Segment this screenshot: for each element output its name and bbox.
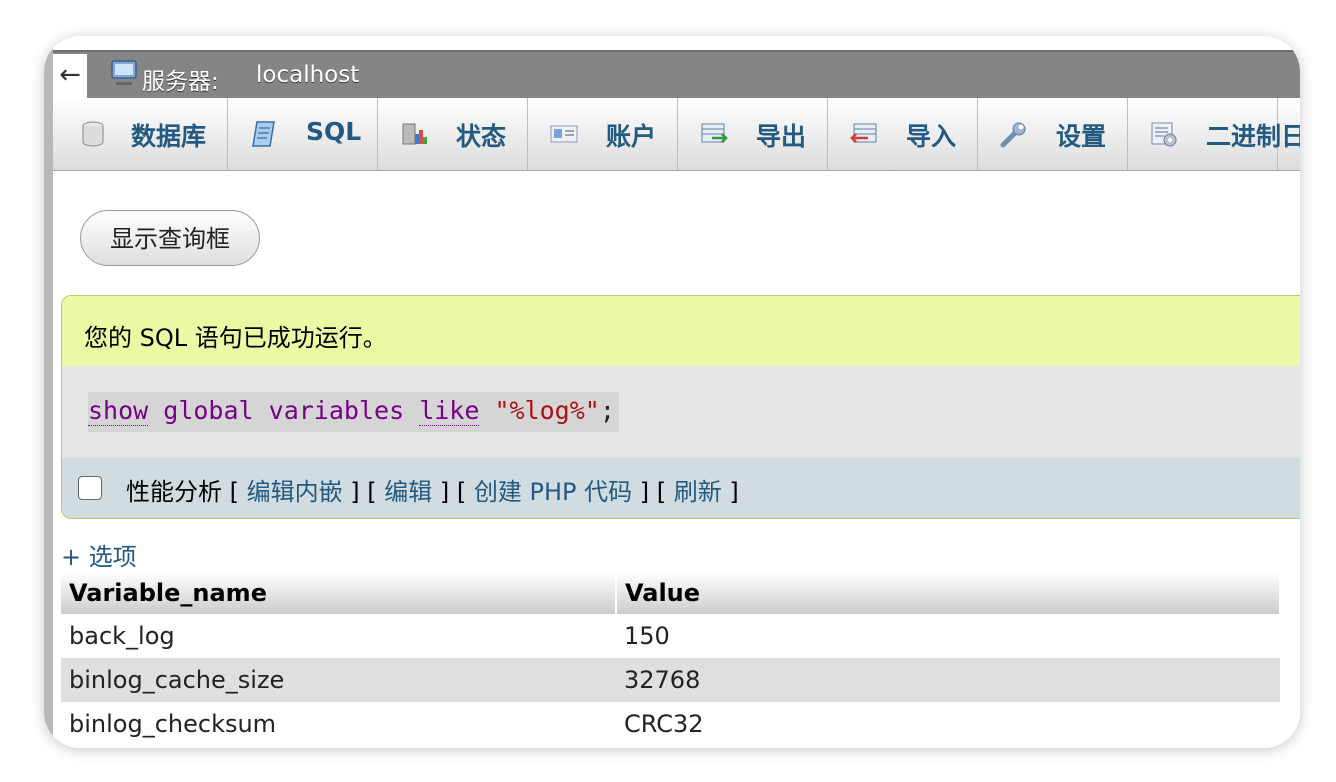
query-actions: 性能分析 [ 编辑内嵌 ] [ 编辑 ] [ 创建 PHP 代码 ] [ 刷新 …	[126, 478, 739, 506]
sql-terminator: ;	[599, 396, 615, 425]
tab-label: 二进制日	[1206, 122, 1300, 151]
profiling-label: 性能分析	[126, 478, 222, 506]
database-icon	[82, 121, 104, 147]
server-breadcrumb-bar: ← 服务器: localhost	[53, 50, 1300, 100]
tab-binlog[interactable]: 二进制日	[1128, 98, 1300, 170]
tab-label: 设置	[1056, 122, 1107, 151]
tab-sql[interactable]: SQL	[228, 98, 378, 170]
server-icon	[111, 60, 137, 85]
server-label: 服务器:	[142, 69, 219, 95]
column-header-variable-name[interactable]: Variable_name	[61, 572, 617, 614]
sql-keyword-global: global	[163, 396, 254, 425]
tab-label: 账户	[606, 122, 657, 151]
tab-label: SQL	[306, 117, 362, 146]
window-edge	[44, 36, 53, 748]
refresh-link[interactable]: 刷新	[674, 478, 722, 506]
tab-import[interactable]: 导入	[828, 98, 978, 170]
app-window: ← 服务器: localhost 数据库 SQL 状态 账户 导出 导入 设置 …	[44, 36, 1300, 748]
tab-label: 状态	[456, 122, 507, 151]
sql-query-box: show global variables like "%log%";	[62, 366, 1300, 458]
show-query-box-button[interactable]: 显示查询框	[80, 210, 260, 266]
variable-name-cell: binlog_checksum	[61, 702, 616, 746]
value-cell: 150	[616, 614, 1280, 658]
sql-success-panel: 您的 SQL 语句已成功运行。 show global variables li…	[61, 295, 1300, 519]
edit-link[interactable]: 编辑	[384, 478, 432, 506]
sql-icon	[252, 121, 275, 147]
back-arrow-button[interactable]: ←	[53, 54, 87, 98]
tab-export[interactable]: 导出	[678, 98, 828, 170]
tab-settings[interactable]: 设置	[978, 98, 1128, 170]
sql-keyword-variables: variables	[268, 396, 405, 425]
create-php-code-link[interactable]: 创建 PHP 代码	[474, 478, 632, 506]
settings-icon	[1000, 122, 1026, 148]
options-link[interactable]: + 选项	[61, 537, 137, 572]
binlog-icon	[1151, 122, 1177, 147]
tab-accounts[interactable]: 账户	[528, 98, 678, 170]
server-name-link[interactable]: localhost	[256, 62, 359, 88]
variable-name-cell: binlog_cache_size	[61, 658, 616, 702]
sql-keyword-show[interactable]: show	[88, 396, 149, 426]
results-table: Variable_name Value back_log 150 binlog_…	[61, 572, 1281, 746]
tab-status[interactable]: 状态	[378, 98, 528, 170]
sql-query-text[interactable]: show global variables like "%log%";	[88, 392, 619, 432]
table-row[interactable]: back_log 150	[61, 614, 1280, 658]
edit-inline-link[interactable]: 编辑内嵌	[247, 478, 343, 506]
main-tab-bar: 数据库 SQL 状态 账户 导出 导入 设置 二进制日	[53, 98, 1300, 171]
accounts-icon	[550, 125, 578, 143]
status-icon	[402, 123, 427, 145]
table-header-row: Variable_name Value	[61, 572, 1281, 614]
tab-label: 导出	[756, 122, 807, 151]
table-row[interactable]: binlog_cache_size 32768	[61, 658, 1280, 702]
export-icon	[701, 123, 728, 143]
tab-label: 导入	[906, 122, 957, 151]
import-icon	[850, 123, 877, 143]
sql-keyword-like[interactable]: like	[419, 396, 480, 426]
value-cell: CRC32	[616, 702, 1280, 746]
tab-label: 数据库	[131, 122, 207, 151]
phpmyadmin-content: ← 服务器: localhost 数据库 SQL 状态 账户 导出 导入 设置 …	[53, 50, 1300, 748]
success-message: 您的 SQL 语句已成功运行。	[84, 324, 387, 352]
variable-name-cell: back_log	[61, 614, 616, 658]
query-actions-bar: 性能分析 [ 编辑内嵌 ] [ 编辑 ] [ 创建 PHP 代码 ] [ 刷新 …	[62, 458, 1300, 518]
value-cell: 32768	[616, 658, 1280, 702]
column-header-value[interactable]: Value	[616, 572, 1281, 614]
sql-string-pattern: "%log%"	[494, 396, 600, 425]
tab-databases[interactable]: 数据库	[53, 98, 228, 170]
table-row[interactable]: binlog_checksum CRC32	[61, 702, 1280, 746]
profiling-checkbox[interactable]	[78, 476, 102, 500]
